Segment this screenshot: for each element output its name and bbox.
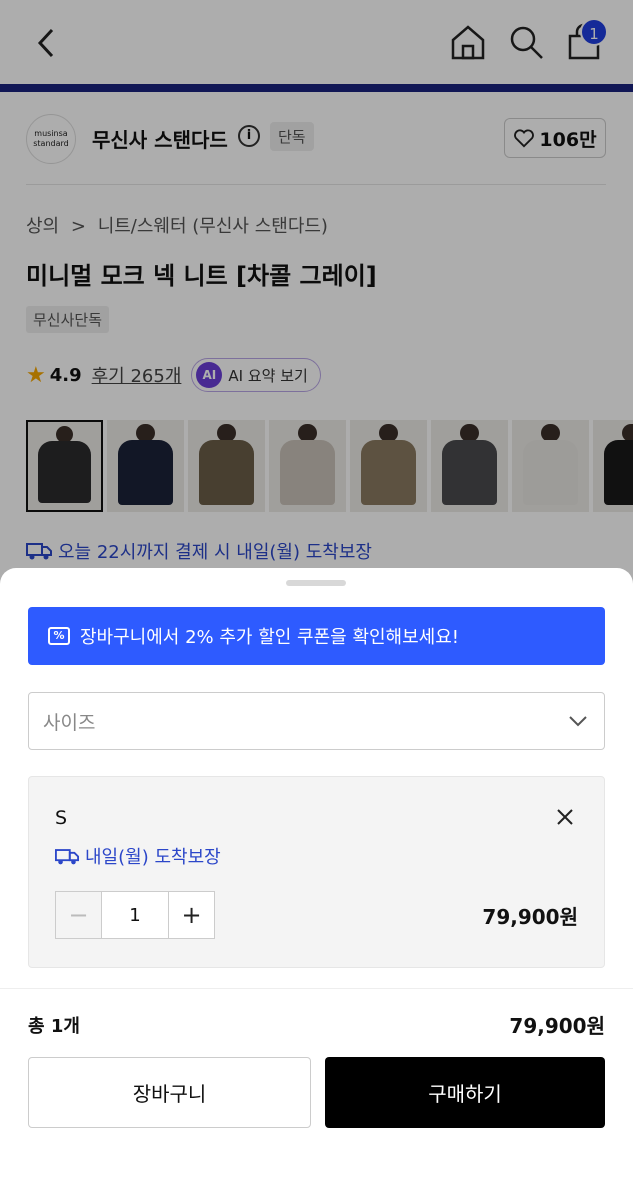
coupon-icon: % (48, 627, 70, 645)
option-delivery-text: 내일(월) 도착보장 (85, 847, 221, 868)
sheet-handle[interactable] (286, 580, 346, 586)
coupon-banner[interactable]: % 장바구니에서 2% 추가 할인 쿠폰을 확인해보세요! (28, 607, 605, 665)
increase-button[interactable]: + (168, 892, 214, 938)
total-price: 79,900원 (509, 1014, 605, 1038)
selected-option-name: S (55, 807, 68, 829)
selected-option-card: S 내일(월) 도착보장 − 1 + 79,900원 (28, 776, 605, 968)
option-price: 79,900원 (482, 905, 578, 929)
size-placeholder: 사이즈 (43, 711, 96, 734)
buy-now-button[interactable]: 구매하기 (325, 1057, 605, 1128)
total-count: 총 1개 (28, 1016, 80, 1037)
size-select[interactable]: 사이즈 (28, 692, 605, 750)
option-delivery-info: 내일(월) 도착보장 (55, 843, 221, 869)
quantity-stepper: − 1 + (55, 891, 215, 939)
decrease-button[interactable]: − (56, 892, 102, 938)
delivery-truck-icon (55, 848, 79, 864)
divider (0, 988, 633, 989)
close-icon[interactable] (553, 805, 577, 829)
chevron-down-icon (569, 716, 587, 727)
option-bottom-sheet: % 장바구니에서 2% 추가 할인 쿠폰을 확인해보세요! 사이즈 S 내일(월… (0, 568, 633, 1200)
quantity-value[interactable]: 1 (102, 892, 168, 938)
add-to-cart-button[interactable]: 장바구니 (28, 1057, 311, 1128)
coupon-text: 장바구니에서 2% 추가 할인 쿠폰을 확인해보세요! (80, 627, 460, 648)
